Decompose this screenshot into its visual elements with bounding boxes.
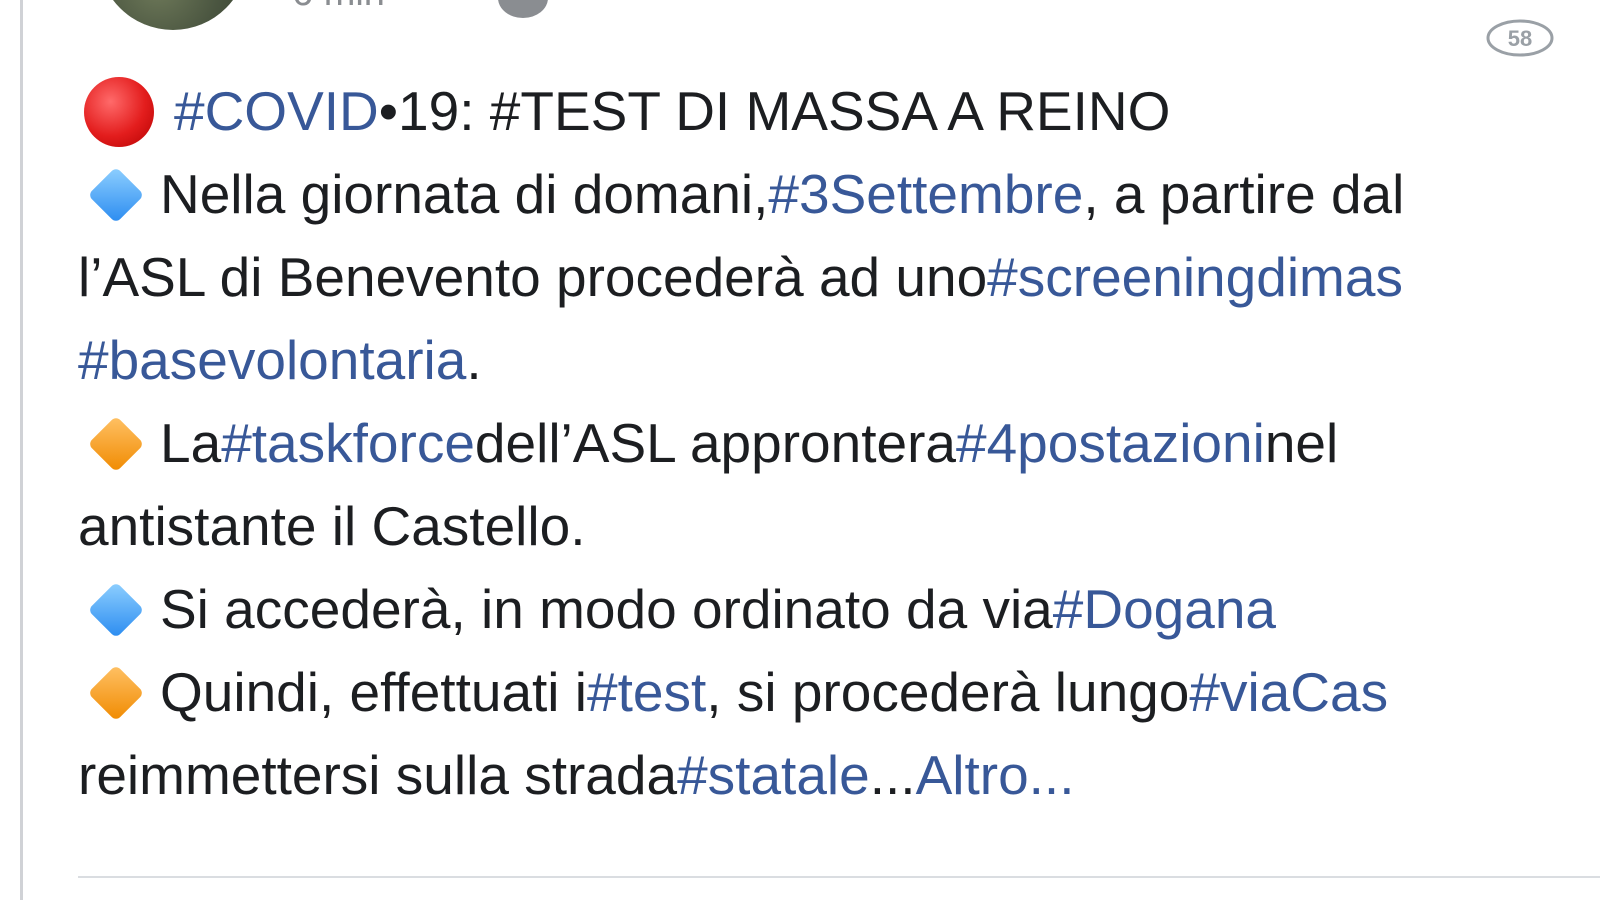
hashtag-covid[interactable]: #COVID (174, 70, 379, 153)
paragraph-3-line-1: Si accederà, in modo ordinato da via #Do… (78, 568, 1600, 651)
orange-diamond-icon (87, 415, 145, 472)
p1-line3-text: . (466, 329, 482, 391)
p2-text-a: La (160, 412, 222, 474)
paragraph-2-line-1: La #taskforce dell’ASL approntera #4post… (78, 402, 1600, 485)
hashtag-3settembre[interactable]: #3Settembre (768, 153, 1083, 236)
p4-text-a: Quindi, effettuati i (160, 661, 588, 723)
hashtag-statale[interactable]: #statale (677, 734, 870, 817)
paragraph-2-line-2: antistante il Castello. (78, 485, 1600, 568)
post-timestamp[interactable]: 6 min (292, 0, 385, 16)
p3-text-a: Si accederà, in modo ordinato da via (160, 578, 1053, 640)
globe-icon (498, 0, 548, 18)
watermark-label: 58 (1508, 26, 1532, 51)
red-circle-icon (84, 76, 154, 147)
hashtag-viacastello[interactable]: #viaCas (1189, 651, 1388, 734)
profile-avatar[interactable] (98, 0, 248, 30)
p2-line2-text: antistante il Castello. (78, 495, 586, 557)
blue-diamond-icon (87, 581, 145, 638)
watermark-logo: 58 (1486, 19, 1554, 57)
paragraph-4-line-2: reimmettersi sulla strada #statale ... A… (78, 734, 1600, 817)
paragraph-1-line-3: #basevolontaria . (78, 319, 1600, 402)
p1-line2-text: l’ASL di Benevento procederà ad uno (78, 246, 988, 308)
hashtag-4postazioni[interactable]: #4postazioni (956, 402, 1265, 485)
p2-text-c: nel (1264, 412, 1339, 474)
hashtag-taskforce[interactable]: #taskforce (221, 402, 475, 485)
post-divider (78, 876, 1600, 878)
left-border (20, 0, 23, 900)
post-title-line: #COVID •19: #TEST DI MASSA A REINO (78, 70, 1600, 153)
post-body: #COVID •19: #TEST DI MASSA A REINO Nella… (78, 70, 1600, 817)
p4-line2-text-b: ... (869, 744, 916, 806)
post-title-text: •19: #TEST DI MASSA A REINO (378, 80, 1171, 142)
p1-text-a: Nella giornata di domani, (160, 163, 769, 225)
hashtag-basevolontaria[interactable]: #basevolontaria (78, 319, 466, 402)
hashtag-dogana[interactable]: #Dogana (1053, 568, 1276, 651)
paragraph-4-line-1: Quindi, effettuati i #test , si proceder… (78, 651, 1600, 734)
hashtag-screeningdimassa[interactable]: #screeningdimas (987, 236, 1403, 319)
see-more-link[interactable]: Altro... (916, 734, 1075, 817)
p4-line2-text: reimmettersi sulla strada (78, 744, 678, 806)
p1-text-b: , a partire dal (1083, 163, 1405, 225)
paragraph-1-line-2: l’ASL di Benevento procederà ad uno #scr… (78, 236, 1600, 319)
blue-diamond-icon (87, 166, 145, 223)
paragraph-1-line-1: Nella giornata di domani, #3Settembre , … (78, 153, 1600, 236)
p4-text-b: , si procederà lungo (706, 661, 1190, 723)
hashtag-test[interactable]: #test (587, 651, 706, 734)
orange-diamond-icon (87, 664, 145, 721)
p2-text-b: dell’ASL approntera (474, 412, 956, 474)
